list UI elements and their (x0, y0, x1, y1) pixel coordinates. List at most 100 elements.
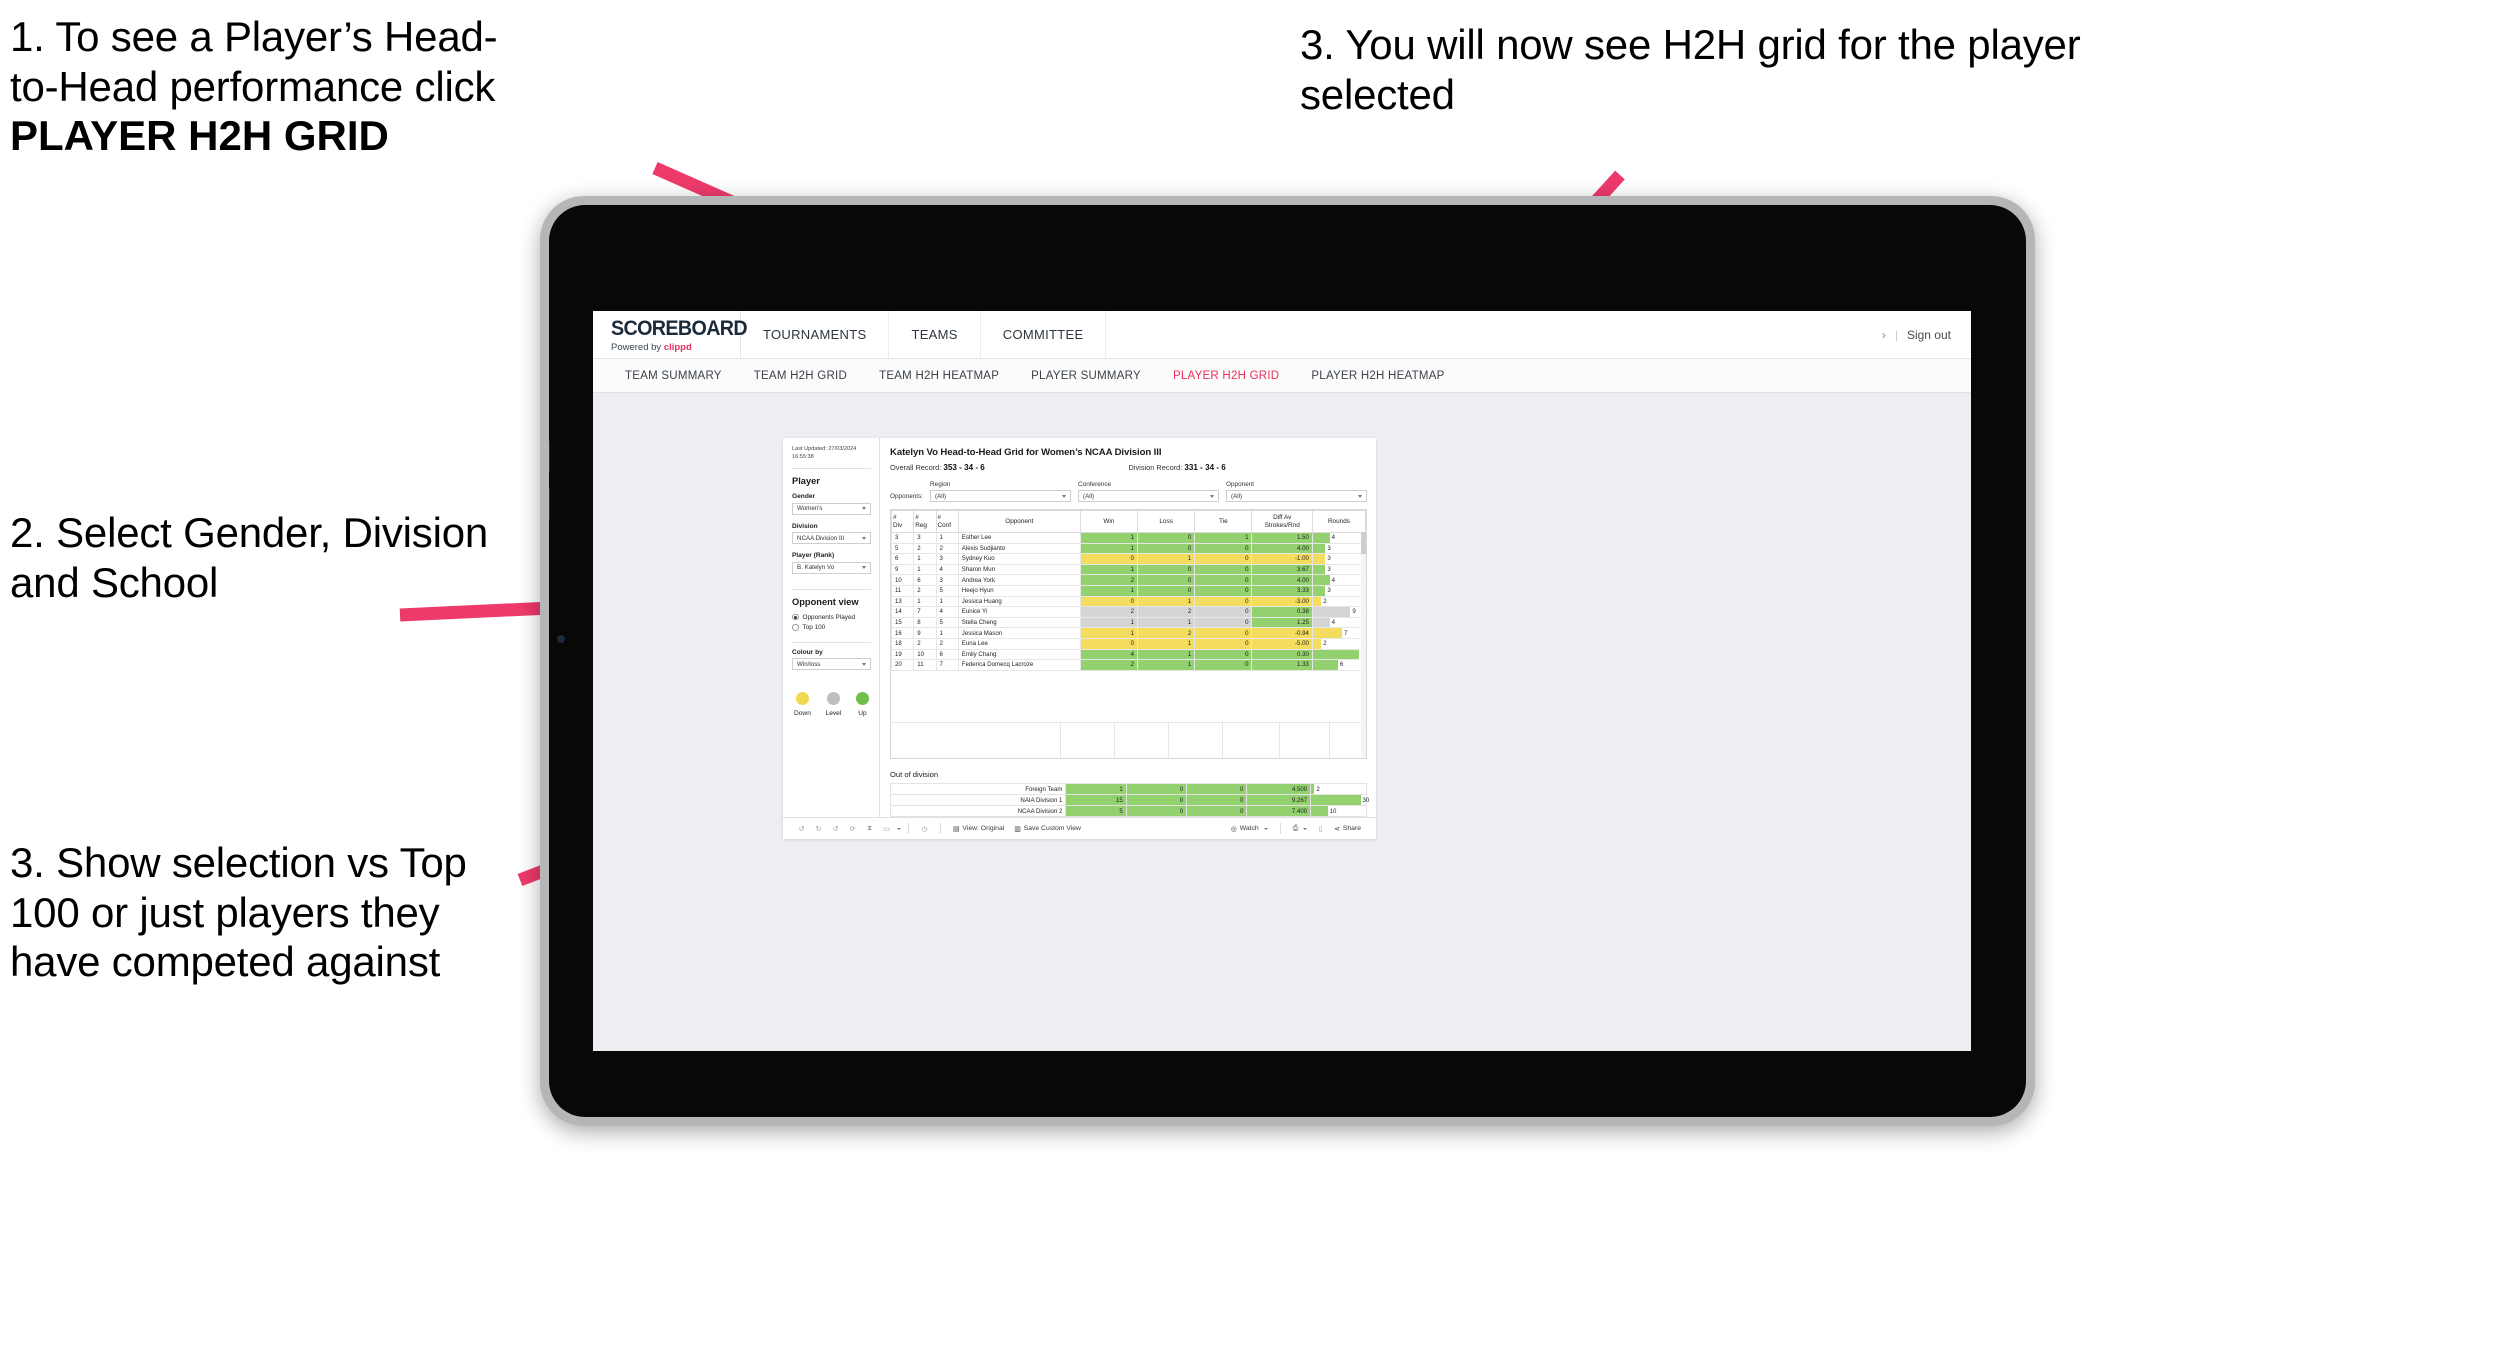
filter-region-select[interactable]: (All) (930, 490, 1072, 502)
cell-div: 5 (891, 542, 915, 555)
out-of-division-table: Foreign Team 1 0 0 4.500 2 NAIA Division 1 15 0 0… (889, 783, 1369, 817)
redo-icon[interactable]: ↻ (810, 825, 827, 833)
table-row[interactable]: 10 6 3 Andrea York 2 0 0 4.00 4 (891, 574, 1366, 586)
col-header-reg[interactable]: # Reg (913, 510, 937, 533)
table-row[interactable]: 18 2 2 Euna Lee 0 1 0 -5.00 2 (891, 637, 1366, 650)
filter-gender-select[interactable]: Women's (792, 502, 871, 515)
rectangle-select-icon[interactable]: ▭ (878, 825, 895, 833)
table-row[interactable]: 6 1 3 Sydney Kuo 0 1 0 -1.00 3 (891, 553, 1366, 565)
filter-opponent-select[interactable]: (All) (1226, 490, 1367, 502)
cell-win: 1 (1079, 563, 1138, 576)
opponent-filter-bar: Opponents: Region (All) Conference (All)… (890, 481, 1367, 502)
table-row[interactable]: 11 2 5 Heejo Hyun 1 0 0 3.33 3 (891, 584, 1366, 597)
app-header: SCOREBOARD Powered by clippd TOURNAMENTS… (593, 311, 1971, 359)
filter-conference-value: (All) (1083, 492, 1095, 500)
radio-opponents-played[interactable]: Opponents Played (792, 614, 871, 621)
view-original-button[interactable]: ▤ View: Original (948, 825, 1009, 833)
cell-diff: 1.33 (1251, 659, 1313, 671)
table-row[interactable]: 16 9 1 Jessica Mason 1 2 0 -0.94 7 (891, 627, 1366, 639)
cell-diff: -0.94 (1251, 627, 1313, 639)
radio-on-icon (792, 613, 799, 621)
cell-div: 13 (891, 595, 915, 608)
refresh-icon[interactable]: ⟳ (844, 825, 861, 833)
subnav-item-team-h2h-heatmap[interactable]: TEAM H2H HEATMAP (863, 359, 1015, 392)
subnav-item-player-h2h-grid[interactable]: PLAYER H2H GRID (1157, 359, 1295, 392)
topnav-item-committee[interactable]: COMMITTEE (981, 311, 1107, 358)
sign-out-link[interactable]: Sign out (1907, 328, 1951, 342)
cell-conf: 5 (935, 584, 959, 597)
col-header-opponent[interactable]: Opponent (957, 510, 1081, 533)
watch-button[interactable]: ◎ Watch (1226, 825, 1273, 833)
table-row[interactable]: 5 2 2 Alexis Sudjianto 1 0 0 4.00 3 (891, 542, 1366, 555)
h2h-table-container[interactable]: # Div # Reg # Conf Opponent Win Loss Tie Di… (890, 509, 1367, 759)
col-header-conf[interactable]: # Conf (935, 510, 959, 533)
cell-div: 3 (891, 532, 915, 544)
cell-tie: 1 (1194, 532, 1253, 544)
revert-icon[interactable]: ↺ (827, 825, 844, 833)
col-header-rounds[interactable]: Rounds (1311, 510, 1366, 533)
cell-conf: 3 (935, 553, 959, 565)
filter-colour-by-select[interactable]: Win/loss (792, 658, 871, 671)
chevron-right-icon[interactable]: › (1882, 328, 1886, 342)
save-custom-view-button[interactable]: ▥ Save Custom View (1009, 825, 1086, 833)
out-of-division-row[interactable]: Foreign Team 1 0 0 4.500 2 (889, 783, 1367, 795)
table-row[interactable]: 20 11 7 Federica Domecq Lacroze 2 1 0 1.33 6 (891, 659, 1366, 671)
clock-icon[interactable]: ◷ (916, 825, 933, 833)
topnav-item-tournaments[interactable]: TOURNAMENTS (741, 311, 890, 358)
chevron-down-icon (862, 536, 866, 540)
table-empty-column (1223, 723, 1280, 758)
col-header-diff[interactable]: Diff Av Strokes/Rnd (1251, 510, 1313, 533)
out-of-division-row[interactable]: NAIA Division 1 15 0 0 9.267 30 (889, 794, 1369, 806)
overall-record-value: 353 - 34 - 6 (943, 463, 985, 472)
cell-opponent: Esther Lee (957, 532, 1081, 544)
h2h-grid-view: Katelyn Vo Head-to-Head Grid for Women’s… (880, 438, 1376, 817)
cell-diff: 1.50 (1251, 532, 1313, 544)
table-row[interactable]: 14 7 4 Eunice Yi 2 2 0 0.38 9 (891, 606, 1366, 618)
chevron-down-icon[interactable] (897, 827, 901, 830)
cell-loss: 0 (1136, 532, 1196, 544)
save-view-icon: ▥ (1014, 825, 1021, 833)
table-row[interactable]: 19106Emily Chang4100.3011 (891, 648, 1366, 661)
table-row[interactable]: 9 1 4 Sharon Mun 1 0 0 3.67 3 (891, 563, 1366, 576)
radio-top-100[interactable]: Top 100 (792, 624, 871, 631)
col-header-win[interactable]: Win (1079, 510, 1138, 533)
undo-icon[interactable]: ↺ (793, 825, 810, 833)
out-of-division-row[interactable]: NCAA Division 2 5 0 0 7.400 10 (889, 805, 1367, 817)
subnav-item-team-h2h-grid[interactable]: TEAM H2H GRID (738, 359, 863, 392)
cell-conf: 1 (935, 627, 959, 639)
pause-icon[interactable]: ⧗ (861, 825, 878, 833)
cell-ood-win: 15 (1065, 794, 1127, 806)
cell-conf: 2 (935, 542, 959, 555)
table-scrollbar[interactable] (1361, 532, 1366, 758)
table-empty-column (1061, 723, 1115, 758)
col-header-tie[interactable]: Tie (1194, 510, 1253, 533)
cell-win: 0 (1079, 595, 1138, 608)
cell-reg: 7 (913, 606, 937, 618)
cell-div: 10 (891, 574, 915, 586)
table-row[interactable]: 13 1 1 Jessica Huang 0 1 0 -3.00 2 (891, 595, 1366, 608)
subnav-item-team-summary[interactable]: TEAM SUMMARY (609, 359, 738, 392)
legend-item-down: Down (794, 692, 811, 717)
cell-loss: 0 (1136, 563, 1196, 576)
download-button[interactable]: ⎙ (1288, 825, 1312, 833)
table-scrollbar-thumb[interactable] (1361, 532, 1366, 554)
topnav-item-teams[interactable]: TEAMS (889, 311, 981, 358)
col-header-loss[interactable]: Loss (1136, 510, 1196, 533)
cell-ood-rounds: 2 (1310, 783, 1367, 795)
filter-division-select[interactable]: NCAA Division III (792, 532, 871, 545)
table-row[interactable]: 15 8 5 Stella Cheng 1 1 0 1.25 4 (891, 616, 1366, 629)
legend-dot-level (826, 692, 840, 706)
col-header-div[interactable]: # Div (891, 510, 915, 533)
watch-label: Watch (1239, 825, 1259, 832)
annotation-step-3-left: 3. Show selection vs Top 100 or just pla… (10, 839, 467, 986)
filter-player-rank-value: B. Katelyn Vo (797, 564, 835, 572)
filter-player-rank-select[interactable]: B. Katelyn Vo (792, 561, 871, 574)
table-row[interactable]: 3 3 1 Esther Lee 1 0 1 1.50 4 (891, 532, 1366, 544)
share-button[interactable]: ⋖ Share (1329, 825, 1366, 833)
subnav-item-player-summary[interactable]: PLAYER SUMMARY (1015, 359, 1157, 392)
brand-tagline-prefix: Powered by (611, 341, 664, 353)
filter-conference-select[interactable]: (All) (1078, 490, 1220, 502)
subnav-item-player-h2h-heatmap[interactable]: PLAYER H2H HEATMAP (1295, 359, 1460, 392)
device-layout-icon[interactable]: ▯ (1312, 825, 1329, 833)
filter-region-value: (All) (935, 492, 947, 500)
